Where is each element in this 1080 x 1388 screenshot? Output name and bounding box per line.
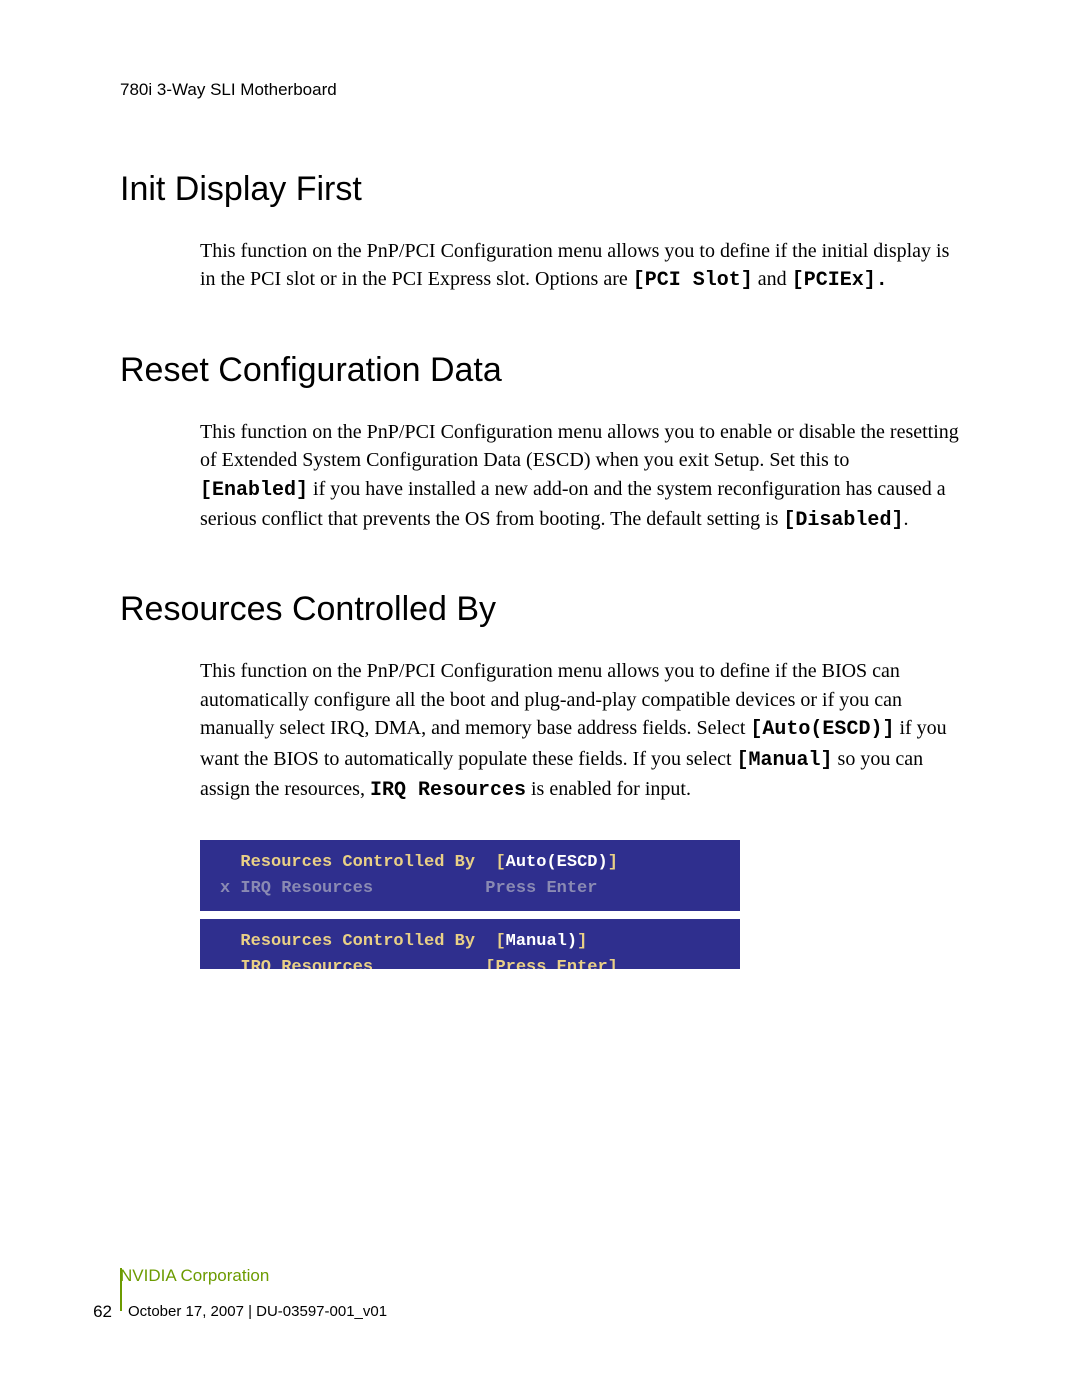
bios-codebox-auto: Resources Controlled By [Auto(ESCD)] x I…: [200, 840, 740, 911]
text: ]: [577, 932, 587, 951]
text: Resources Controlled By [: [220, 853, 506, 872]
code-manual: [Manual]: [737, 749, 833, 772]
bios-value-auto: Auto(ESCD): [506, 853, 608, 872]
text: Resources Controlled By [: [220, 932, 506, 951]
bios-x-marker: x: [220, 879, 230, 898]
section-title-resources: Resources Controlled By: [120, 590, 960, 629]
code-enabled: [Enabled]: [200, 479, 308, 502]
footer-divider: [120, 1268, 122, 1311]
page-number: 62: [90, 1302, 120, 1322]
reset-paragraph: This function on the PnP/PCI Configurati…: [200, 418, 960, 536]
code-pci-slot: [PCI Slot]: [633, 269, 753, 292]
section-title-reset: Reset Configuration Data: [120, 351, 960, 390]
footer-company: NVIDIA Corporation: [120, 1266, 387, 1286]
bios-irq-label: IRQ Resources: [220, 958, 485, 970]
text: .: [903, 508, 908, 530]
text: and: [753, 268, 792, 290]
page-footer: NVIDIA Corporation 62 October 17, 2007 |…: [90, 1266, 387, 1333]
page-header: 780i 3-Way SLI Motherboard: [120, 80, 960, 100]
resources-paragraph: This function on the PnP/PCI Configurati…: [200, 657, 960, 805]
text: This function on the PnP/PCI Configurati…: [200, 421, 959, 471]
init-paragraph: This function on the PnP/PCI Configurati…: [200, 237, 960, 296]
code-irq-resources: IRQ Resources: [370, 779, 526, 802]
code-auto-escd: [Auto(ESCD)]: [750, 718, 894, 741]
bios-value-manual: Manual): [506, 932, 577, 951]
text: ]: [608, 853, 618, 872]
text: is enabled for input.: [526, 778, 691, 800]
bios-press-enter: [Press Enter]: [485, 958, 618, 970]
bios-irq-disabled: IRQ Resources Press Enter: [230, 879, 597, 898]
bios-codebox-manual: Resources Controlled By [Manual)] IRQ Re…: [200, 919, 740, 969]
code-pciex: [PCIEx].: [792, 269, 888, 292]
section-title-init: Init Display First: [120, 170, 960, 209]
code-disabled: [Disabled]: [783, 509, 903, 532]
footer-date: October 17, 2007 | DU-03597-001_v01: [128, 1303, 387, 1320]
